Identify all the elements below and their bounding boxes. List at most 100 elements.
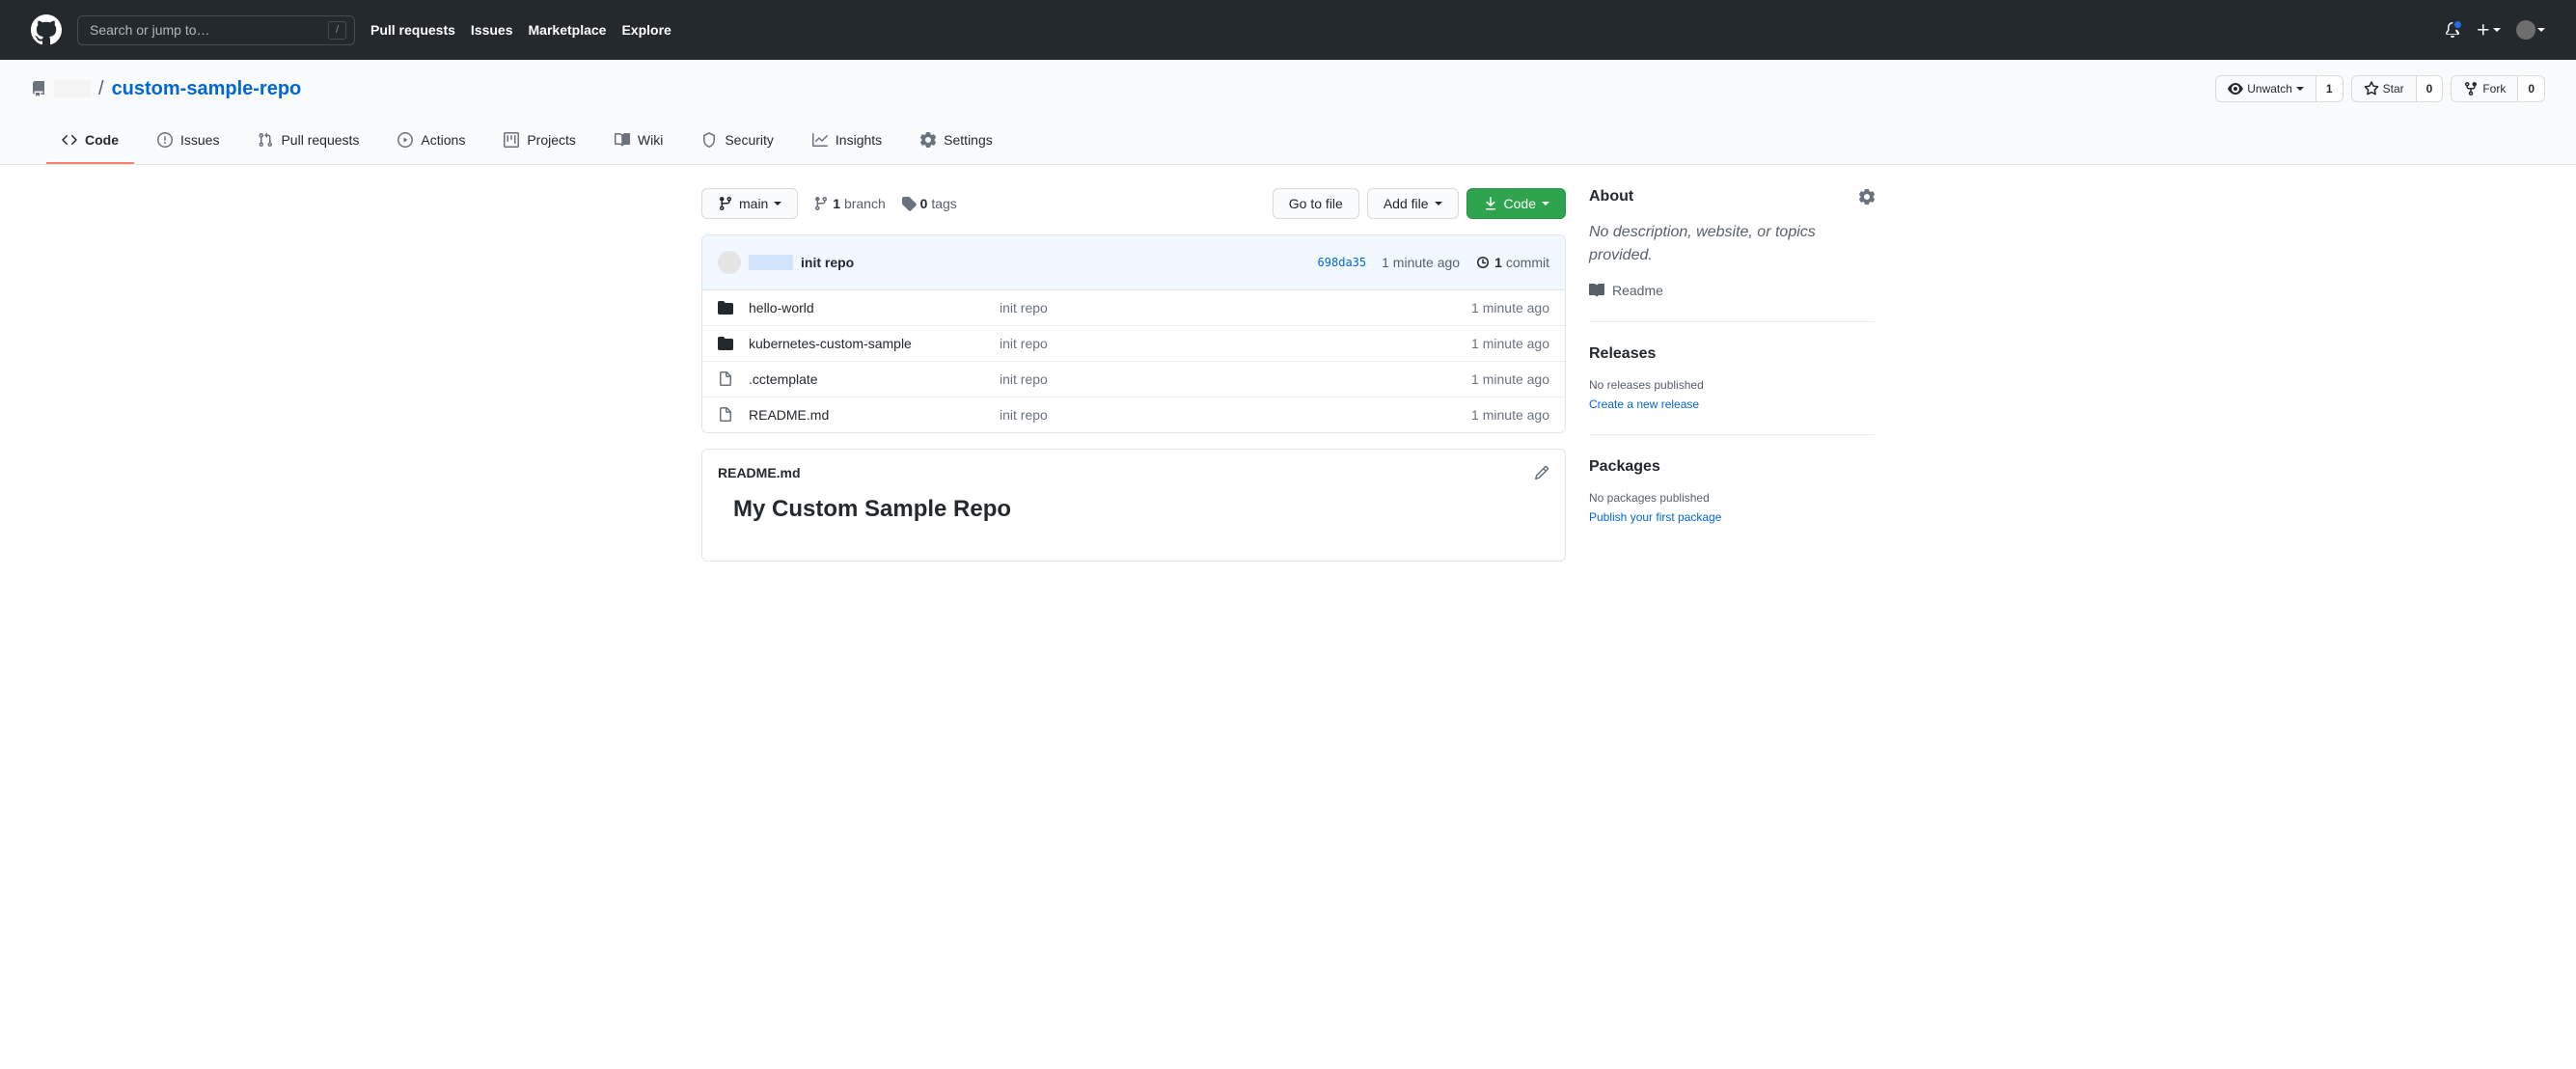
tab-insights[interactable]: Insights (797, 118, 897, 164)
unwatch-button[interactable]: Unwatch (2215, 75, 2316, 102)
file-time: 1 minute ago (1471, 334, 1549, 353)
repo-nav: Code Issues Pull requests Actions Projec… (31, 118, 2545, 164)
file-name-link[interactable]: README.md (749, 407, 829, 423)
file-time: 1 minute ago (1471, 298, 1549, 317)
book-icon (1589, 283, 1604, 298)
forks-count[interactable]: 0 (2518, 75, 2545, 102)
edit-readme-button[interactable] (1534, 465, 1549, 480)
commits-link[interactable]: 1 commit (1475, 255, 1549, 270)
file-commit-link[interactable]: init repo (1000, 371, 1048, 387)
readme-filename: README.md (718, 465, 801, 480)
tab-wiki[interactable]: Wiki (599, 118, 678, 164)
file-list: hello-world init repo 1 minute ago kubernet… (702, 290, 1565, 432)
nav-pull-requests[interactable]: Pull requests (370, 22, 455, 38)
nav-explore[interactable]: Explore (621, 22, 671, 38)
tab-label: Issues (180, 125, 219, 154)
slash-key-hint: / (328, 21, 346, 40)
commits-label: commit (1506, 255, 1549, 270)
tab-projects[interactable]: Projects (488, 118, 591, 164)
commit-sha-link[interactable]: 698da35 (1318, 256, 1367, 269)
tab-label: Actions (421, 125, 465, 154)
search-input-wrap[interactable]: / (77, 15, 355, 45)
notifications-button[interactable] (2445, 22, 2460, 38)
nav-marketplace[interactable]: Marketplace (529, 22, 607, 38)
file-navigation: main 1 branch 0 tags Go to file Add fi (701, 188, 1566, 219)
caret-down-icon (1435, 202, 1442, 206)
search-input[interactable] (90, 22, 328, 38)
tab-issues[interactable]: Issues (142, 118, 234, 164)
user-menu-dropdown[interactable] (2516, 20, 2545, 40)
commit-author-avatar[interactable] (718, 251, 741, 274)
commit-message-link[interactable]: init repo (801, 255, 854, 270)
branches-label: branch (844, 196, 886, 211)
add-file-button[interactable]: Add file (1367, 188, 1459, 219)
commit-author-redacted[interactable] (749, 255, 793, 270)
star-label: Star (2383, 79, 2404, 98)
tab-code[interactable]: Code (46, 118, 134, 164)
file-time: 1 minute ago (1471, 405, 1549, 425)
file-commit-link[interactable]: init repo (1000, 336, 1048, 351)
releases-heading: Releases (1589, 345, 1656, 363)
tab-security[interactable]: Security (686, 118, 789, 164)
path-divider: / (98, 78, 104, 100)
repo-head: / custom-sample-repo Unwatch 1 Star (0, 60, 2576, 165)
file-name-link[interactable]: kubernetes-custom-sample (749, 336, 912, 351)
header-nav: Pull requests Issues Marketplace Explore (370, 22, 671, 38)
tags-label: tags (931, 196, 956, 211)
caret-down-icon (2493, 28, 2501, 32)
gear-icon (1859, 189, 1875, 205)
packages-none: No packages published (1589, 491, 1875, 505)
repo-name-link[interactable]: custom-sample-repo (112, 78, 302, 100)
create-release-link[interactable]: Create a new release (1589, 397, 1699, 411)
branch-select-button[interactable]: main (701, 188, 798, 219)
file-time: 1 minute ago (1471, 370, 1549, 389)
repo-title: / custom-sample-repo (31, 78, 301, 100)
directory-icon (718, 336, 733, 351)
code-download-button[interactable]: Code (1466, 188, 1566, 219)
nav-issues[interactable]: Issues (471, 22, 513, 38)
edit-about-button[interactable] (1859, 189, 1875, 205)
avatar (2516, 20, 2535, 40)
commits-count: 1 (1494, 255, 1502, 270)
tab-settings[interactable]: Settings (905, 118, 1008, 164)
tab-pull-requests[interactable]: Pull requests (242, 118, 374, 164)
tab-actions[interactable]: Actions (382, 118, 480, 164)
create-new-dropdown[interactable] (2476, 22, 2501, 38)
commit-time: 1 minute ago (1382, 255, 1460, 270)
readme-label: Readme (1612, 283, 1663, 298)
tags-count: 0 (920, 196, 928, 211)
add-file-label: Add file (1384, 194, 1429, 213)
readme-link[interactable]: Readme (1589, 283, 1875, 298)
github-logo[interactable] (31, 14, 62, 45)
directory-icon (718, 300, 733, 315)
file-name-link[interactable]: hello-world (749, 300, 814, 315)
watchers-count[interactable]: 1 (2316, 75, 2343, 102)
file-commit-link[interactable]: init repo (1000, 300, 1048, 315)
code-label: Code (1504, 194, 1536, 213)
tab-label: Security (725, 125, 774, 154)
publish-package-link[interactable]: Publish your first package (1589, 510, 1721, 524)
caret-down-icon (2296, 87, 2304, 91)
tab-label: Settings (944, 125, 993, 154)
tab-label: Insights (836, 125, 882, 154)
owner-redacted[interactable] (54, 80, 91, 97)
notification-indicator-dot (2453, 19, 2463, 30)
tags-link[interactable]: 0 tags (901, 196, 957, 211)
file-icon (718, 407, 733, 423)
file-commit-link[interactable]: init repo (1000, 407, 1048, 423)
branch-name: main (739, 194, 768, 213)
readme-box: README.md My Custom Sample Repo (701, 449, 1566, 562)
branches-link[interactable]: 1 branch (813, 196, 885, 211)
header-right (2445, 20, 2545, 40)
go-to-file-button[interactable]: Go to file (1273, 188, 1359, 219)
about-description: No description, website, or topics provi… (1589, 221, 1875, 267)
fork-button[interactable]: Fork (2451, 75, 2518, 102)
star-button[interactable]: Star (2351, 75, 2417, 102)
branches-count: 1 (833, 196, 840, 211)
tab-label: Projects (527, 125, 576, 154)
stars-count[interactable]: 0 (2417, 75, 2444, 102)
tab-label: Code (85, 125, 119, 154)
file-name-link[interactable]: .cctemplate (749, 371, 818, 387)
packages-heading: Packages (1589, 458, 1660, 476)
repo-sidebar: About No description, website, or topics… (1589, 188, 1875, 570)
